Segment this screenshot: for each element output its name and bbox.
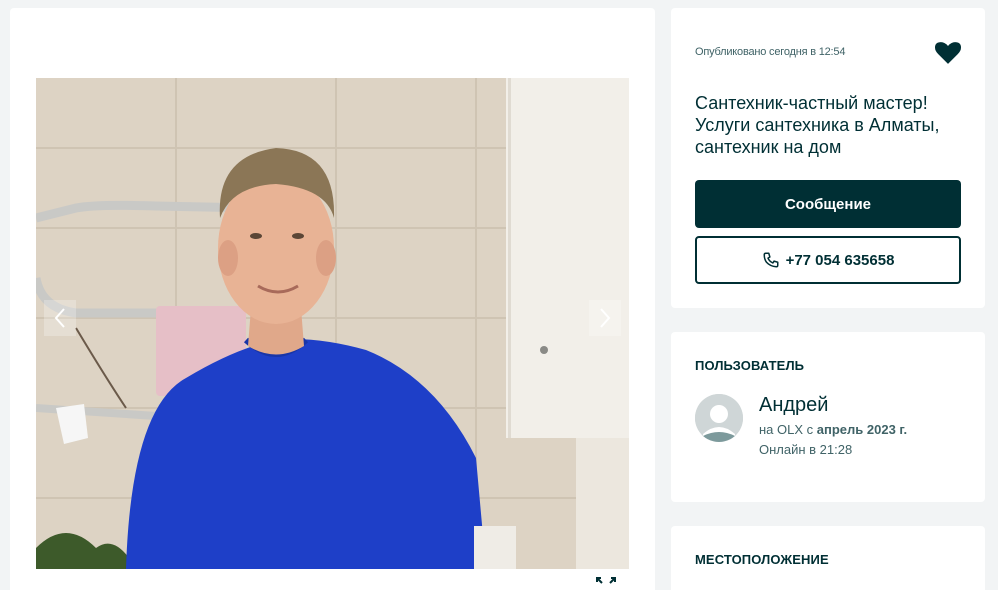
user-section-heading: ПОЛЬЗОВАТЕЛЬ (695, 358, 805, 373)
published-date: Опубликовано сегодня в 12:54 (695, 46, 846, 58)
user-since: на OLX с апрель 2023 г. (759, 422, 907, 437)
location-section-heading: МЕСТОПОЛОЖЕНИЕ (695, 552, 829, 567)
phone-number: +77 054 635658 (785, 251, 895, 269)
chevron-left-icon (54, 308, 65, 328)
message-button[interactable]: Сообщение (695, 180, 961, 228)
location-card: МЕСТОПОЛОЖЕНИЕ (671, 526, 985, 590)
user-online-status: Онлайн в 21:28 (759, 442, 853, 457)
avatar[interactable] (695, 394, 743, 442)
user-since-prefix: на OLX с (759, 422, 817, 437)
user-card: ПОЛЬЗОВАТЕЛЬ Андрей на OLX с апрель 2023… (671, 332, 985, 502)
phone-icon (763, 252, 779, 268)
photo-illustration (36, 78, 629, 569)
gallery-card (10, 8, 655, 590)
user-avatar-icon (695, 394, 743, 442)
ad-info-card: Опубликовано сегодня в 12:54 Сантехник-ч… (671, 8, 985, 308)
heart-icon[interactable] (935, 41, 961, 65)
prev-photo-button[interactable] (44, 300, 76, 336)
user-since-date: апрель 2023 г. (816, 422, 908, 437)
chevron-right-icon (600, 308, 611, 328)
show-phone-button[interactable]: +77 054 635658 (695, 236, 961, 284)
next-photo-button[interactable] (589, 300, 621, 336)
ad-title: Сантехник-частный мастер! Услуги сантехн… (695, 93, 940, 157)
listing-photo[interactable] (36, 78, 629, 569)
expand-icon[interactable] (592, 572, 620, 590)
user-name[interactable]: Андрей (759, 394, 828, 417)
